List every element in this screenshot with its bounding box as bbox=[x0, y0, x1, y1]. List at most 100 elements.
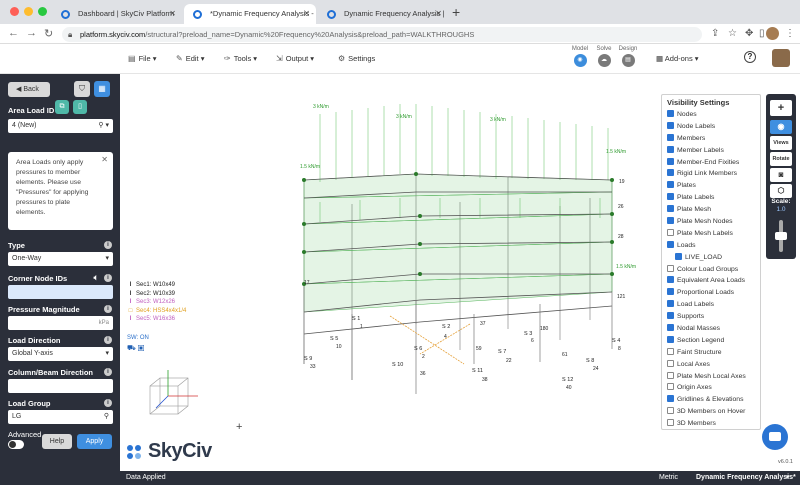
forward-arrow-icon[interactable]: → bbox=[26, 27, 37, 39]
visibility-checkbox[interactable] bbox=[667, 121, 674, 129]
visibility-option[interactable]: Load Labels bbox=[667, 299, 755, 311]
visibility-checkbox[interactable] bbox=[667, 228, 674, 236]
visibility-option[interactable]: Section Legend bbox=[667, 335, 755, 347]
model-canvas[interactable]: 3 kN/m 3 kN/m 3 kN/m 1.5 kN/m 1.5 kN/m 1… bbox=[120, 74, 660, 471]
visibility-checkbox[interactable] bbox=[667, 133, 674, 141]
units-label[interactable]: Metric bbox=[659, 471, 678, 485]
visibility-checkbox[interactable] bbox=[667, 110, 674, 117]
menu-file[interactable]: ▤ File ▾ bbox=[128, 54, 157, 63]
close-tab-icon[interactable]: ✕ bbox=[303, 4, 310, 24]
visibility-option[interactable]: Loads bbox=[667, 240, 755, 252]
visibility-checkbox[interactable] bbox=[667, 217, 674, 225]
addons-menu[interactable]: ▦ Add-ons ▾ bbox=[656, 54, 699, 63]
camera-icon[interactable]: ◙ bbox=[770, 168, 792, 182]
info-icon[interactable]: i bbox=[104, 305, 112, 313]
back-button[interactable]: ◀ Back bbox=[8, 82, 50, 97]
visibility-checkbox[interactable] bbox=[667, 419, 674, 427]
visibility-option[interactable]: Plate Mesh Labels bbox=[667, 228, 755, 240]
area-load-id-select[interactable]: 4 (New) ⚲ ▾ bbox=[8, 119, 113, 133]
visibility-checkbox[interactable] bbox=[667, 347, 674, 355]
help-button[interactable]: Help bbox=[42, 434, 72, 449]
visibility-checkbox[interactable] bbox=[667, 312, 674, 320]
info-icon[interactable]: i bbox=[104, 241, 112, 249]
visibility-checkbox[interactable] bbox=[667, 395, 674, 403]
visibility-checkbox[interactable] bbox=[667, 145, 674, 153]
menu-edit[interactable]: ✎ Edit ▾ bbox=[176, 54, 205, 63]
truck-icon[interactable]: ⛟ bbox=[127, 345, 136, 352]
visibility-option[interactable]: Plate Labels bbox=[667, 192, 755, 204]
visibility-checkbox[interactable] bbox=[667, 407, 674, 415]
visibility-option[interactable]: Nodal Masses bbox=[667, 323, 755, 335]
reload-icon[interactable]: ↻ bbox=[44, 27, 53, 40]
menu-settings[interactable]: ⚙ Settings bbox=[338, 54, 375, 63]
copy-icon[interactable]: ⧉ bbox=[55, 100, 69, 114]
speaker-icon[interactable]: 🔈︎ bbox=[92, 274, 100, 282]
close-note-icon[interactable]: ✕ bbox=[101, 155, 108, 165]
visibility-option[interactable]: Plate Mesh bbox=[667, 204, 755, 216]
info-icon[interactable]: i bbox=[104, 336, 112, 344]
type-select[interactable]: One-Way ▾ bbox=[8, 252, 113, 266]
minimize-window-icon[interactable] bbox=[24, 7, 33, 16]
visibility-checkbox[interactable] bbox=[667, 205, 674, 213]
mode-model[interactable]: Model ◉ bbox=[568, 46, 592, 67]
maximize-window-icon[interactable] bbox=[38, 7, 47, 16]
scale-slider[interactable] bbox=[775, 220, 787, 252]
browser-tab-third[interactable]: Dynamic Frequency Analysis | ✕ bbox=[318, 4, 448, 24]
visibility-checkbox[interactable] bbox=[675, 252, 682, 260]
info-icon[interactable]: i bbox=[104, 368, 112, 376]
visibility-option[interactable]: Plates bbox=[667, 180, 755, 192]
close-tab-icon[interactable]: ✕ bbox=[169, 4, 176, 24]
visibility-option[interactable]: Members bbox=[667, 133, 755, 145]
table-view-button[interactable]: ▦ bbox=[94, 81, 110, 97]
visibility-option[interactable]: Faint Structure bbox=[667, 347, 755, 359]
chat-icon[interactable] bbox=[762, 424, 788, 450]
info-icon[interactable]: i bbox=[104, 274, 112, 282]
close-tab-icon[interactable]: ✕ bbox=[435, 4, 442, 24]
eye-icon[interactable]: ◉ bbox=[770, 120, 792, 134]
info-icon[interactable]: i bbox=[104, 399, 112, 407]
visibility-option[interactable]: Gridlines & Elevations bbox=[667, 394, 755, 406]
visibility-checkbox[interactable] bbox=[667, 324, 674, 332]
browser-tab-dashboard[interactable]: Dashboard | SkyCiv Platform ✕ bbox=[52, 4, 182, 24]
visibility-option[interactable]: Proportional Loads bbox=[667, 287, 755, 299]
visibility-option[interactable]: 3D Members on Hover bbox=[667, 406, 755, 418]
visibility-checkbox[interactable] bbox=[667, 193, 674, 201]
browser-menu-icon[interactable]: ⋮ bbox=[785, 28, 795, 39]
visibility-checkbox[interactable] bbox=[667, 288, 674, 296]
lock-icon[interactable]: ▣ bbox=[138, 345, 145, 352]
sidebar-toggle-icon[interactable]: ▯ bbox=[759, 28, 765, 39]
share-icon[interactable]: ⇪ bbox=[711, 28, 719, 39]
visibility-checkbox[interactable] bbox=[667, 383, 674, 391]
mode-design[interactable]: Design ▤ bbox=[616, 46, 640, 67]
visibility-option[interactable]: Rigid Link Members bbox=[667, 168, 755, 180]
visibility-option[interactable]: LIVE_LOAD bbox=[667, 252, 755, 264]
corner-node-ids-input[interactable] bbox=[8, 285, 113, 299]
visibility-checkbox[interactable] bbox=[667, 300, 674, 308]
pressure-magnitude-input[interactable]: kPa bbox=[8, 316, 113, 330]
visibility-checkbox[interactable] bbox=[667, 264, 674, 272]
visibility-option[interactable]: Member Labels bbox=[667, 145, 755, 157]
visibility-option[interactable]: Member-End Fixities bbox=[667, 157, 755, 169]
new-tab-button[interactable]: + bbox=[452, 4, 460, 20]
visibility-option[interactable]: Plate Mesh Local Axes bbox=[667, 371, 755, 383]
visibility-checkbox[interactable] bbox=[667, 157, 674, 165]
visibility-option[interactable]: Local Axes bbox=[667, 359, 755, 371]
extensions-icon[interactable]: ✥ bbox=[745, 28, 753, 39]
menu-output[interactable]: ⇲ Output ▾ bbox=[276, 54, 314, 63]
visibility-checkbox[interactable] bbox=[667, 371, 674, 379]
browser-tab-active[interactable]: *Dynamic Frequency Analysis - ✕ bbox=[184, 4, 316, 24]
visibility-checkbox[interactable] bbox=[667, 335, 674, 343]
star-icon[interactable]: ☆ bbox=[728, 28, 737, 39]
rotate-button[interactable]: Rotate bbox=[770, 152, 792, 166]
advanced-toggle[interactable] bbox=[8, 440, 24, 449]
visibility-checkbox[interactable] bbox=[667, 276, 674, 284]
browser-profile-avatar[interactable] bbox=[766, 27, 779, 40]
visibility-option[interactable]: Supports bbox=[667, 311, 755, 323]
user-avatar[interactable] bbox=[772, 49, 790, 67]
apply-button[interactable]: Apply bbox=[77, 434, 112, 449]
load-group-input[interactable]: LG ⚲ bbox=[8, 410, 113, 424]
column-beam-direction-input[interactable] bbox=[8, 379, 113, 393]
help-button[interactable]: ? bbox=[744, 51, 756, 63]
visibility-checkbox[interactable] bbox=[667, 240, 674, 248]
load-direction-select[interactable]: Global Y-axis ▾ bbox=[8, 347, 113, 361]
